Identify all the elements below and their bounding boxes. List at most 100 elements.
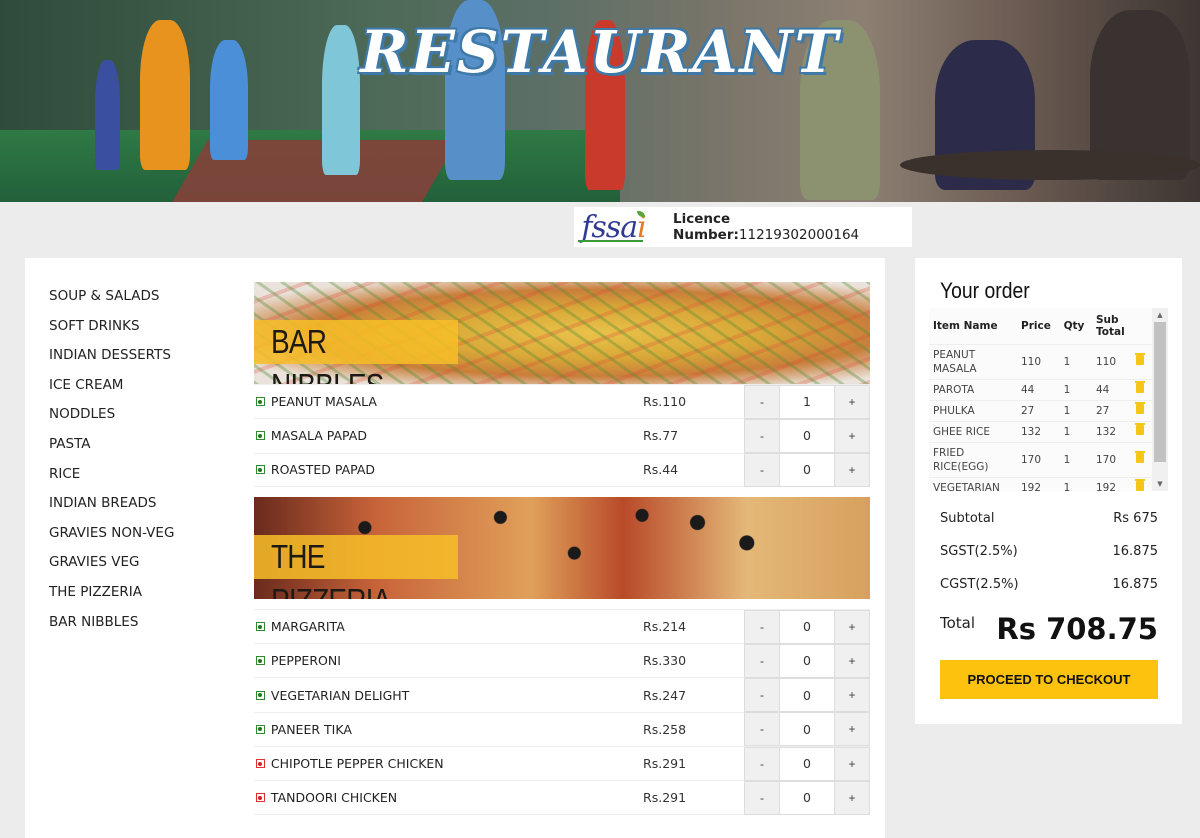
category-gravies-non-veg[interactable]: GRAVIES NON-VEG (49, 525, 229, 555)
quantity-value[interactable]: 0 (779, 781, 835, 814)
order-item-price: 170 (1017, 442, 1060, 478)
increment-button[interactable]: + (835, 644, 869, 677)
quantity-stepper: - 0 + (744, 452, 870, 487)
total-label: Total (940, 614, 976, 632)
order-item-price: 110 (1017, 344, 1060, 380)
quantity-value[interactable]: 0 (779, 419, 835, 452)
header-qty: Qty (1059, 308, 1092, 345)
quantity-value[interactable]: 0 (779, 747, 835, 780)
decrement-button[interactable]: - (745, 644, 779, 677)
order-item-name: PHULKA (929, 400, 1017, 422)
item-name: MARGARITA (270, 619, 345, 635)
section-items: PEANUT MASALA Rs.110 - 1 + MASALA PAPAD … (254, 384, 870, 487)
decrement-button[interactable]: - (745, 679, 779, 712)
item-price: Rs.258 (643, 721, 687, 737)
order-item-qty: 1 (1059, 379, 1092, 401)
decrement-button[interactable]: - (745, 419, 779, 452)
decrement-button[interactable]: - (745, 747, 779, 780)
order-item-qty: 1 (1059, 442, 1092, 478)
increment-button[interactable]: + (835, 419, 869, 452)
decrement-button[interactable]: - (745, 610, 779, 643)
item-name: PEPPERONI (270, 653, 341, 669)
order-row: PEANUT MASALA 110 1 110 (929, 344, 1152, 380)
decrement-button[interactable]: - (745, 713, 779, 746)
decrement-button[interactable]: - (745, 781, 779, 814)
order-item-qty: 1 (1059, 421, 1092, 443)
item-price: Rs.330 (643, 653, 687, 669)
menu-item: PANEER TIKA Rs.258 - 0 + (254, 711, 870, 747)
quantity-stepper: - 0 + (744, 418, 870, 453)
trash-icon[interactable] (1135, 401, 1145, 414)
category-indian-desserts[interactable]: INDIAN DESSERTS (49, 347, 229, 377)
quantity-value[interactable]: 0 (779, 679, 835, 712)
order-table-scroll[interactable]: Item Name Price Qty Sub Total PEANUT MAS… (929, 308, 1168, 491)
decrement-button[interactable]: - (745, 453, 779, 486)
quantity-value[interactable]: 0 (779, 610, 835, 643)
quantity-value[interactable]: 0 (779, 713, 835, 746)
category-noddles[interactable]: NODDLES (49, 406, 229, 436)
quantity-value[interactable]: 0 (779, 453, 835, 486)
category-indian-breads[interactable]: INDIAN BREADS (49, 495, 229, 525)
section-items: MARGARITA Rs.214 - 0 + PEPPERONI Rs.330 … (254, 608, 870, 815)
quantity-stepper: - 1 + (744, 384, 870, 419)
trash-icon[interactable] (1135, 352, 1145, 365)
cgst-row: CGST(2.5%) 16.875 (940, 577, 1158, 592)
licence-value: 11219302000164 (738, 227, 860, 243)
sgst-value: 16.875 (1112, 544, 1159, 559)
increment-button[interactable]: + (835, 385, 869, 418)
increment-button[interactable]: + (835, 747, 869, 780)
category-gravies-veg[interactable]: GRAVIES VEG (49, 554, 229, 584)
category-pasta[interactable]: PASTA (49, 436, 229, 466)
order-item-price: 44 (1017, 379, 1060, 401)
licence-number: Licence Number:11219302000164 (673, 211, 912, 243)
increment-button[interactable]: + (835, 679, 869, 712)
category-bar-nibbles[interactable]: BAR NIBBLES (49, 614, 229, 644)
item-name: ROASTED PAPAD (270, 462, 376, 478)
category-soft-drinks[interactable]: SOFT DRINKS (49, 318, 229, 348)
menu-item: PEPPERONI Rs.330 - 0 + (254, 643, 870, 678)
order-row: GHEE RICE 132 1 132 (929, 421, 1152, 443)
licence-label: Licence Number: (673, 211, 739, 243)
proceed-to-checkout-button[interactable]: PROCEED TO CHECKOUT (940, 660, 1158, 699)
increment-button[interactable]: + (835, 713, 869, 746)
veg-icon (256, 397, 265, 407)
scrollbar-thumb[interactable] (1154, 322, 1166, 462)
category-ice-cream[interactable]: ICE CREAM (49, 377, 229, 407)
menu-item: CHIPOTLE PEPPER CHICKEN Rs.291 - 0 + (254, 746, 870, 781)
quantity-stepper: - 0 + (744, 609, 870, 644)
trash-icon[interactable] (1135, 380, 1145, 393)
order-item-subtotal: 170 (1092, 442, 1132, 478)
scroll-up-arrow-icon[interactable]: ▲ (1152, 308, 1168, 322)
category-rice[interactable]: RICE (49, 466, 229, 496)
order-item-name: VEGETARIAN (929, 477, 1017, 491)
trash-icon[interactable] (1135, 450, 1145, 463)
category-soup-salads[interactable]: SOUP & SALADS (49, 288, 229, 318)
increment-button[interactable]: + (835, 610, 869, 643)
order-item-name: FRIED RICE(EGG) (929, 442, 1017, 478)
order-item-qty: 1 (1059, 477, 1092, 491)
decrement-button[interactable]: - (745, 385, 779, 418)
header-subtotal: Sub Total (1092, 308, 1132, 345)
item-price: Rs.291 (643, 790, 687, 806)
order-item-subtotal: 44 (1092, 379, 1132, 401)
trash-icon[interactable] (1135, 478, 1145, 491)
menu-item: ROASTED PAPAD Rs.44 - 0 + (254, 452, 870, 487)
section-title: BAR NIBBLES (254, 320, 458, 384)
quantity-value[interactable]: 0 (779, 644, 835, 677)
increment-button[interactable]: + (835, 781, 869, 814)
item-price: Rs.214 (643, 619, 687, 635)
hero-title: RESTAURANT (360, 18, 840, 86)
non-veg-icon (256, 759, 265, 769)
cgst-label: CGST(2.5%) (940, 577, 1019, 592)
trash-icon[interactable] (1135, 422, 1145, 435)
order-scrollbar[interactable]: ▲ ▼ (1152, 308, 1168, 491)
menu-item: VEGETARIAN DELIGHT Rs.247 - 0 + (254, 677, 870, 713)
quantity-value[interactable]: 1 (779, 385, 835, 418)
increment-button[interactable]: + (835, 453, 869, 486)
category-the-pizzeria[interactable]: THE PIZZERIA (49, 584, 229, 614)
veg-icon (256, 465, 265, 475)
section-banner-the-pizzeria: THE PIZZERIA (254, 496, 870, 599)
scroll-down-arrow-icon[interactable]: ▼ (1152, 477, 1168, 491)
item-price: Rs.247 (643, 687, 687, 703)
order-item-subtotal: 110 (1092, 344, 1132, 380)
